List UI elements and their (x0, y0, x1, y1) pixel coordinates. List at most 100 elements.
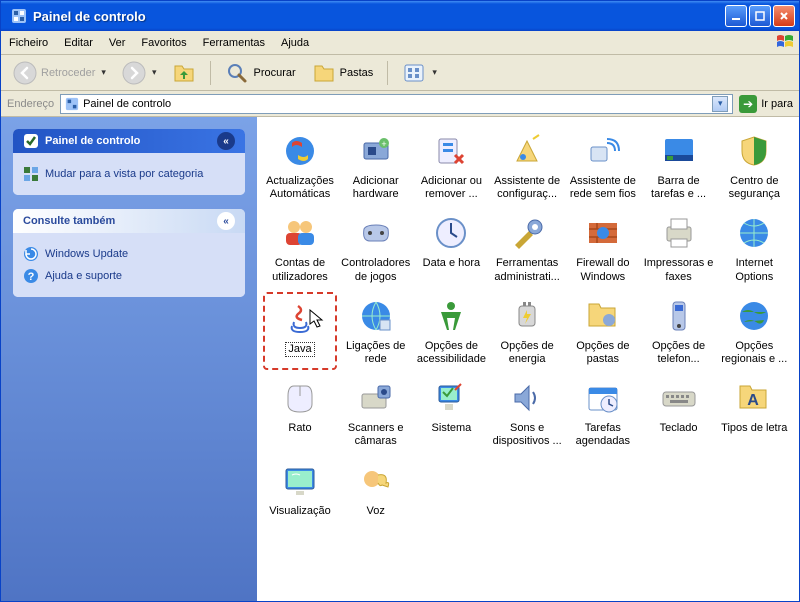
body: Painel de controlo « Mudar para a vista … (1, 117, 799, 601)
date-time-icon (431, 213, 471, 253)
cp-item-auto-updates[interactable]: Actualizações Automáticas (263, 127, 337, 205)
cp-item-java[interactable]: Java (263, 292, 337, 370)
cp-item-label: Actualizações Automáticas (265, 175, 335, 201)
cp-item-regional[interactable]: Opções regionais e ... (717, 292, 791, 370)
cp-item-label: Internet Options (719, 257, 789, 283)
cp-item-admin-tools[interactable]: Ferramentas administrati... (490, 209, 564, 287)
cp-item-config-wizard[interactable]: Assistente de configuraç... (490, 127, 564, 205)
chevron-down-icon: ▾ (101, 67, 106, 78)
back-button[interactable]: Retroceder ▾ (7, 58, 112, 88)
panel-check-icon (23, 133, 39, 149)
svg-text:A: A (748, 392, 760, 409)
cp-item-label: Visualização (269, 505, 331, 518)
cp-item-label: Voz (367, 505, 385, 518)
cp-item-folder-options[interactable]: Opções de pastas (566, 292, 640, 370)
folders-button[interactable]: Pastas (306, 58, 380, 88)
menubar: Ficheiro Editar Ver Favoritos Ferramenta… (1, 31, 799, 55)
link-windows-update[interactable]: Windows Update (23, 243, 235, 265)
cp-item-label: Tipos de letra (721, 422, 787, 435)
cp-item-firewall[interactable]: Firewall do Windows (566, 209, 640, 287)
up-button[interactable] (166, 58, 202, 88)
panel-header-main[interactable]: Painel de controlo « (13, 129, 245, 153)
cp-item-label: Assistente de rede sem fios (568, 175, 638, 201)
speech-icon (356, 461, 396, 501)
cp-item-scanners[interactable]: Scanners e câmaras (339, 374, 413, 452)
cp-item-label: Firewall do Windows (568, 257, 638, 283)
mouse-icon (280, 378, 320, 418)
menu-view[interactable]: Ver (101, 34, 134, 52)
svg-text:+: + (381, 139, 386, 149)
collapse-icon: « (217, 212, 235, 230)
keyboard-icon (659, 378, 699, 418)
search-icon (225, 61, 249, 85)
accessibility-icon (431, 296, 471, 336)
views-button[interactable]: ▾ (396, 58, 443, 88)
cp-item-label: Teclado (660, 422, 698, 435)
cp-item-label: Opções de energia (492, 340, 562, 366)
cp-item-keyboard[interactable]: Teclado (642, 374, 716, 452)
cp-item-label: Adicionar hardware (341, 175, 411, 201)
cp-item-date-time[interactable]: Data e hora (414, 209, 488, 287)
forward-icon (122, 61, 146, 85)
views-icon (402, 61, 426, 85)
link-help-support[interactable]: ? Ajuda e suporte (23, 265, 235, 287)
power-options-icon (507, 296, 547, 336)
cp-item-system[interactable]: Sistema (414, 374, 488, 452)
cp-item-taskbar[interactable]: Barra de tarefas e ... (642, 127, 716, 205)
back-label: Retroceder (41, 67, 95, 79)
cp-item-label: Opções de acessibilidade (416, 340, 486, 366)
panel-title: Painel de controlo (45, 135, 140, 147)
link-label: Mudar para a vista por categoria (45, 168, 203, 180)
folders-icon (312, 61, 336, 85)
search-button[interactable]: Procurar (219, 58, 301, 88)
maximize-button[interactable] (749, 5, 771, 27)
taskbar-icon (659, 131, 699, 171)
go-label: Ir para (761, 98, 793, 110)
cp-item-speech[interactable]: Voz (339, 457, 413, 522)
menu-edit[interactable]: Editar (56, 34, 101, 52)
panel-header-seealso[interactable]: Consulte também « (13, 209, 245, 233)
folders-label: Pastas (340, 67, 374, 79)
menu-favorites[interactable]: Favoritos (133, 34, 194, 52)
menu-help[interactable]: Ajuda (273, 34, 317, 52)
cp-item-label: Barra de tarefas e ... (644, 175, 714, 201)
cp-item-network-connections[interactable]: Ligações de rede (339, 292, 413, 370)
cp-item-accessibility[interactable]: Opções de acessibilidade (414, 292, 488, 370)
cp-item-add-remove[interactable]: Adicionar ou remover ... (414, 127, 488, 205)
cp-item-fonts[interactable]: A Tipos de letra (717, 374, 791, 452)
forward-button[interactable]: ▾ (116, 58, 163, 88)
java-icon (280, 298, 320, 338)
go-button[interactable]: ➔ Ir para (739, 95, 793, 113)
cp-item-label: Contas de utilizadores (265, 257, 335, 283)
menu-tools[interactable]: Ferramentas (195, 34, 273, 52)
cp-item-printers-faxes[interactable]: Impressoras e faxes (642, 209, 716, 287)
address-input[interactable]: Painel de controlo ▾ (60, 94, 733, 114)
auto-updates-icon (280, 131, 320, 171)
add-hardware-icon: + (356, 131, 396, 171)
cp-item-power-options[interactable]: Opções de energia (490, 292, 564, 370)
cp-item-wireless-wizard[interactable]: Assistente de rede sem fios (566, 127, 640, 205)
cp-item-security-center[interactable]: Centro de segurança (717, 127, 791, 205)
cp-item-scheduled-tasks[interactable]: Tarefas agendadas (566, 374, 640, 452)
close-button[interactable] (773, 5, 795, 27)
cp-item-sounds[interactable]: Sons e dispositivos ... (490, 374, 564, 452)
cp-item-phone-modem[interactable]: Opções de telefon... (642, 292, 716, 370)
link-switch-view[interactable]: Mudar para a vista por categoria (23, 163, 235, 185)
add-remove-icon (431, 131, 471, 171)
cp-item-mouse[interactable]: Rato (263, 374, 337, 452)
cp-item-add-hardware[interactable]: + Adicionar hardware (339, 127, 413, 205)
cp-item-user-accounts[interactable]: Contas de utilizadores (263, 209, 337, 287)
cp-item-label: Adicionar ou remover ... (416, 175, 486, 201)
address-dropdown-button[interactable]: ▾ (712, 96, 728, 112)
fonts-icon: A (734, 378, 774, 418)
sidebar: Painel de controlo « Mudar para a vista … (1, 117, 257, 601)
cp-item-game-controllers[interactable]: Controladores de jogos (339, 209, 413, 287)
chevron-down-icon: ▾ (152, 67, 157, 78)
minimize-button[interactable] (725, 5, 747, 27)
cp-item-display[interactable]: Visualização (263, 457, 337, 522)
scanners-icon (356, 378, 396, 418)
cp-item-internet-options[interactable]: Internet Options (717, 209, 791, 287)
firewall-icon (583, 213, 623, 253)
menu-file[interactable]: Ficheiro (1, 34, 56, 52)
cp-item-label: Data e hora (423, 257, 480, 270)
